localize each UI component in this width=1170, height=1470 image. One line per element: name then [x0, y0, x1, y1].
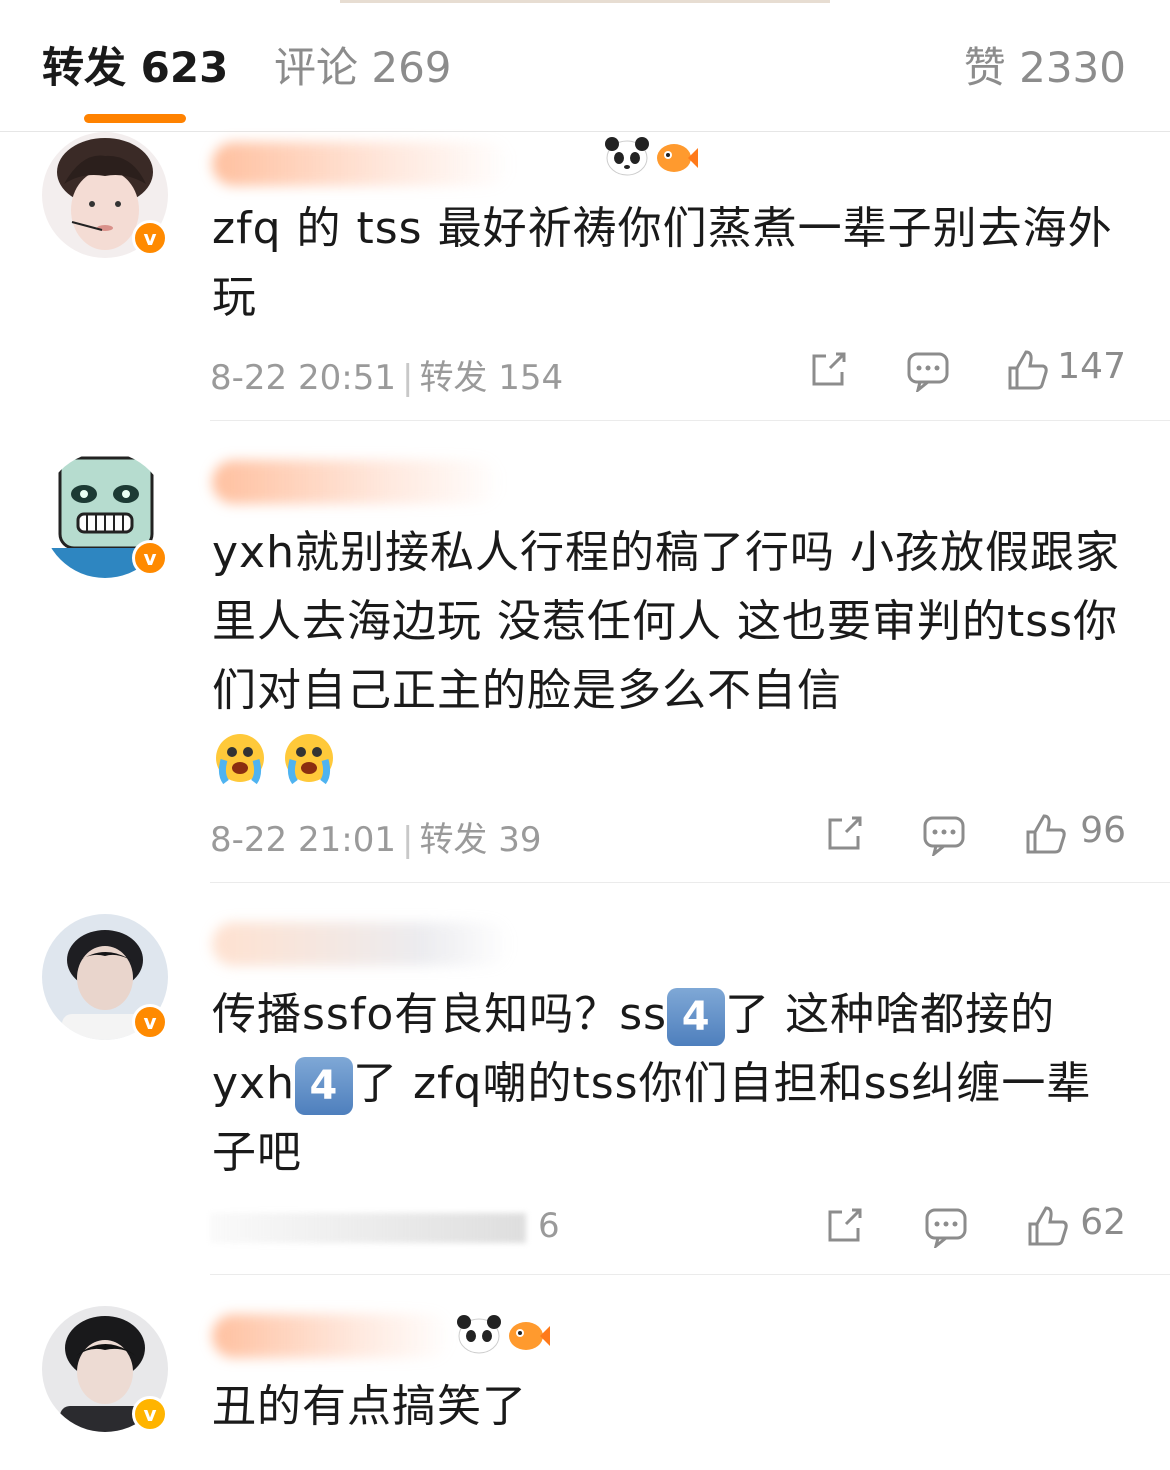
username-blurred[interactable]: [212, 460, 502, 504]
active-tab-indicator: [84, 114, 186, 123]
keycap-4-icon: 4: [667, 988, 726, 1046]
divider: [210, 1274, 1170, 1275]
comment-time: 8-22 20:51: [210, 358, 396, 398]
tab-comment[interactable]: 评论 269: [274, 40, 452, 96]
divider: [210, 882, 1170, 883]
panda-emoji-icon: [605, 137, 649, 176]
tab-like[interactable]: 赞 2330: [964, 40, 1126, 96]
comment-icon[interactable]: [906, 348, 950, 392]
crying-face-icon: [285, 734, 334, 785]
comment-actions: 96: [816, 810, 1126, 856]
tab-repost[interactable]: 转发 623: [42, 40, 228, 96]
tab-bar: 转发 623 评论 269 赞 2330: [0, 0, 1170, 132]
username-blurred[interactable]: [212, 142, 512, 186]
comment-time: 8-22 21:01: [210, 820, 396, 860]
comment-text: 丑的有点搞笑了: [212, 1381, 527, 1432]
comment-actions: 147: [796, 346, 1126, 392]
repost-count[interactable]: 转发 39: [419, 820, 541, 860]
divider: [210, 420, 1170, 421]
like-icon[interactable]: [1026, 1204, 1070, 1248]
verified-badge-icon: v: [132, 540, 168, 576]
share-icon[interactable]: [822, 812, 866, 856]
like-icon[interactable]: [1024, 812, 1068, 856]
blurred-meta: [210, 1212, 526, 1243]
like-count: 147: [1057, 346, 1126, 387]
comment-icon[interactable]: [924, 1204, 968, 1248]
panda-emoji-icon: [457, 1315, 501, 1354]
fish-emoji-icon: [657, 144, 698, 172]
comment-icon[interactable]: [922, 812, 966, 856]
like-count: 96: [1080, 810, 1126, 851]
username-blurred[interactable]: [212, 922, 512, 966]
comment-text: 传播ssfo有良知吗？ss 4 了 这种啥都接的 yxh 4 了 zfq嘲的tss你们自…: [212, 988, 1092, 1178]
like-icon[interactable]: [1006, 348, 1050, 392]
share-icon[interactable]: [822, 1204, 866, 1248]
repost-count[interactable]: 转发 154: [419, 358, 563, 398]
comment-text: zfq 的 tss 最好祈祷你们蒸煮一辈子别去海外玩: [212, 203, 1113, 323]
verified-badge-icon: v: [132, 220, 168, 256]
comment-meta-blurred: 6: [210, 1206, 560, 1246]
verified-badge-icon: v: [132, 1004, 168, 1040]
share-icon[interactable]: [806, 348, 850, 392]
comment-actions: 62: [820, 1202, 1126, 1248]
emoji-row: [212, 730, 345, 786]
comment-meta: 8-22 21:01 | 转发 39: [210, 820, 542, 860]
verified-badge-icon: v: [132, 1396, 168, 1432]
fish-emoji-icon: [509, 1322, 550, 1350]
comment-text: yxh就别接私人行程的稿了行吗 小孩放假跟家里人去海边玩 没惹任何人 这也要审判…: [212, 527, 1120, 716]
comment-meta: 8-22 20:51 | 转发 154: [210, 358, 564, 398]
username-blurred[interactable]: [212, 1314, 452, 1358]
crying-face-icon: [216, 734, 264, 785]
keycap-4-icon: 4: [294, 1057, 353, 1115]
like-count: 62: [1080, 1202, 1126, 1243]
repost-count-tail[interactable]: 6: [538, 1206, 560, 1246]
